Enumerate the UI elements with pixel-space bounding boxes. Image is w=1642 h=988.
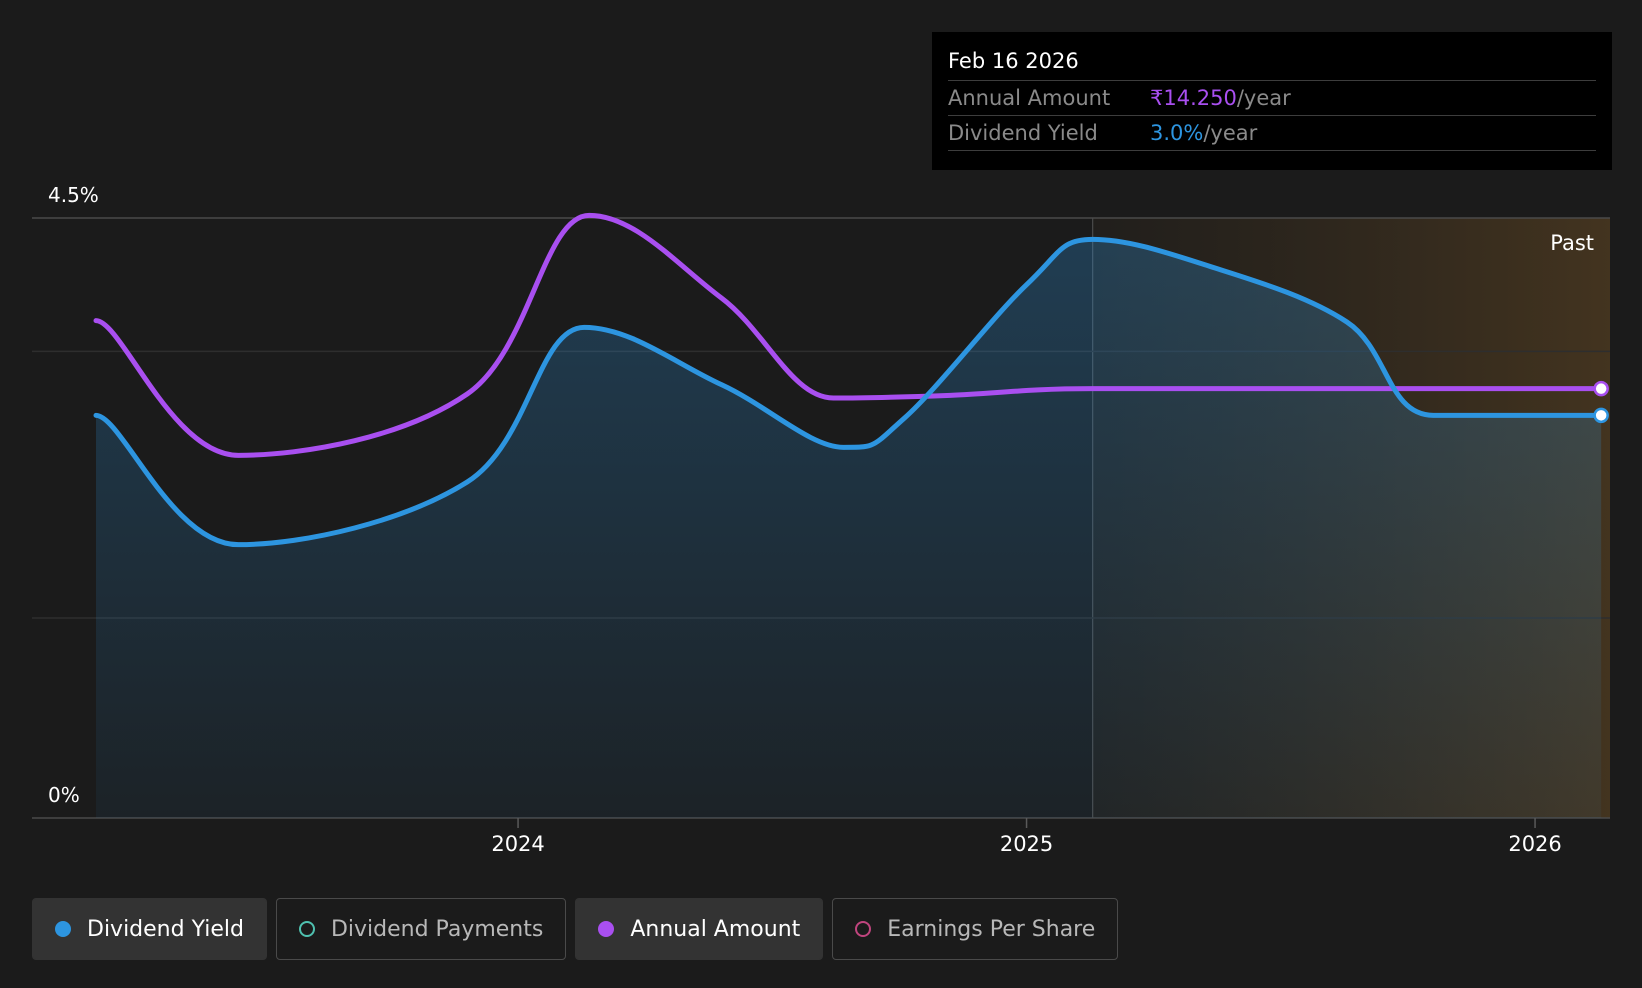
legend-label: Dividend Yield (87, 916, 244, 942)
tooltip-value: ₹14.250 (1150, 86, 1237, 110)
x-tick-label: 2024 (491, 832, 544, 856)
tooltip-row-annual-amount: Annual Amount ₹14.250 /year (948, 81, 1596, 116)
y-axis-label-bottom: 0% (48, 783, 80, 807)
legend-item-dividend-yield[interactable]: Dividend Yield (32, 898, 267, 960)
legend-item-annual-amount[interactable]: Annual Amount (575, 898, 824, 960)
x-tick-label: 2025 (1000, 832, 1053, 856)
legend: Dividend Yield Dividend Payments Annual … (32, 898, 1119, 960)
tooltip: Feb 16 2026 Annual Amount ₹14.250 /year … (932, 32, 1612, 170)
filled-circle-icon (55, 921, 71, 937)
tooltip-unit: /year (1203, 121, 1258, 145)
past-label: Past (1550, 231, 1594, 255)
legend-label: Earnings Per Share (887, 916, 1096, 942)
tooltip-label: Annual Amount (948, 86, 1111, 110)
tooltip-label: Dividend Yield (948, 121, 1098, 145)
y-axis-label-top: 4.5% (48, 183, 99, 207)
legend-label: Annual Amount (630, 916, 801, 942)
hollow-circle-icon (855, 921, 872, 937)
filled-circle-icon (598, 921, 615, 937)
hollow-circle-icon (298, 921, 315, 937)
legend-label: Dividend Payments (330, 916, 544, 942)
legend-item-earnings-per-share[interactable]: Earnings Per Share (832, 898, 1119, 960)
x-tick-label: 2026 (1508, 832, 1561, 856)
legend-item-dividend-payments[interactable]: Dividend Payments (275, 898, 567, 960)
tooltip-row-dividend-yield: Dividend Yield 3.0% /year (948, 116, 1596, 151)
tooltip-unit: /year (1236, 86, 1291, 110)
tooltip-date: Feb 16 2026 (948, 46, 1596, 81)
dividend-yield-end-marker (1593, 407, 1609, 424)
annual-amount-end-marker (1593, 380, 1609, 397)
tooltip-value: 3.0% (1150, 121, 1204, 145)
